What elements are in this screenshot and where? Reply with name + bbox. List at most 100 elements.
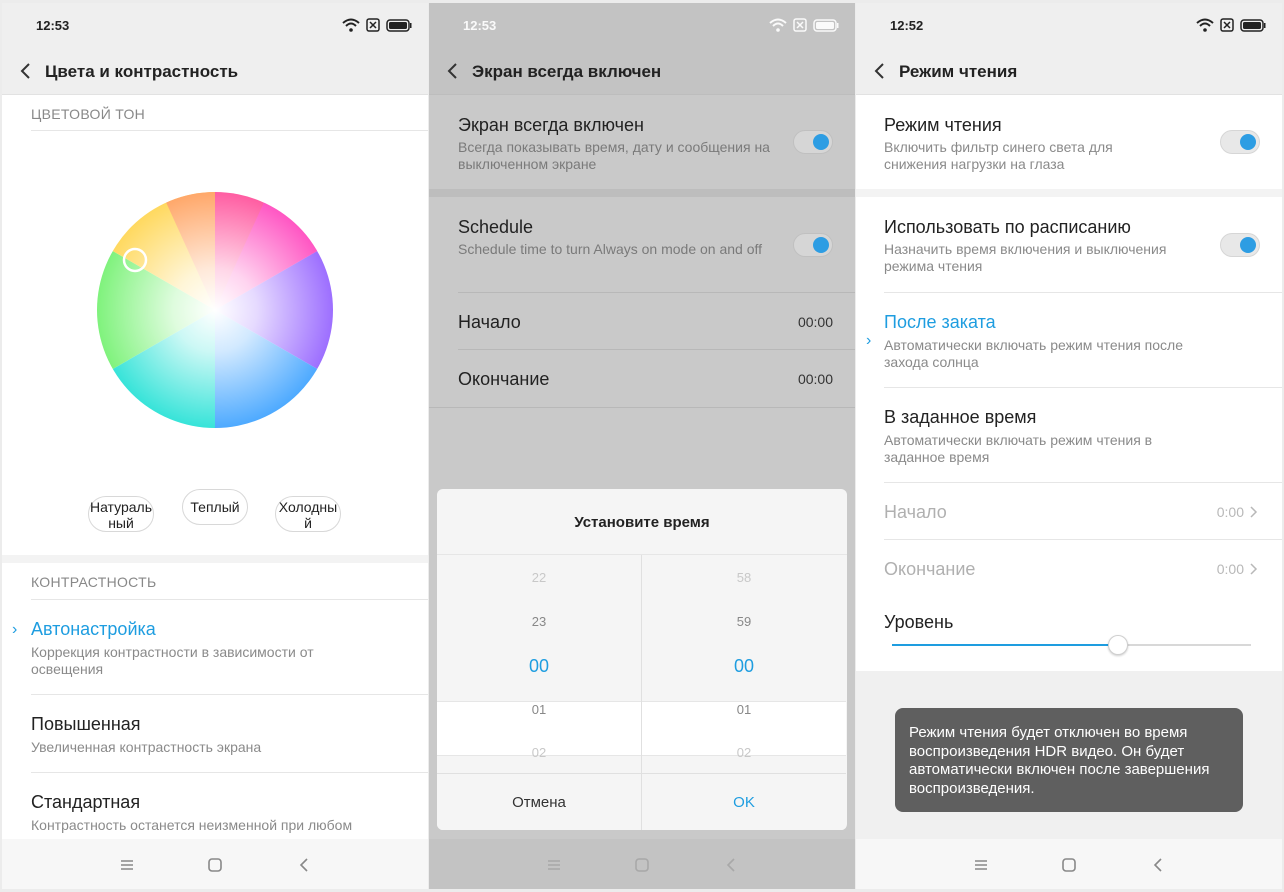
back-nav-icon[interactable] <box>1150 856 1168 874</box>
navigation-bar <box>856 839 1282 889</box>
page-title: Экран всегда включен <box>472 62 662 81</box>
home-icon[interactable] <box>206 856 224 874</box>
status-time: 12:53 <box>36 18 70 33</box>
section-gap <box>429 189 855 197</box>
page-title: Режим чтения <box>899 62 1018 81</box>
minute-option[interactable]: 02 <box>642 745 846 760</box>
battery-icon <box>386 18 412 32</box>
option-title: Автонастройка <box>31 619 156 639</box>
level-slider-handle[interactable] <box>1108 635 1128 655</box>
tone-natural-button[interactable]: Натураль ный <box>88 496 154 532</box>
app-header: Экран всегда включен <box>429 47 855 95</box>
cancel-button[interactable]: Отмена <box>437 773 641 830</box>
menu-icon[interactable] <box>545 856 563 874</box>
minute-picker[interactable]: 58 59 00 01 02 <box>642 555 846 773</box>
schedule-toggle[interactable] <box>793 233 833 257</box>
start-label: Начало <box>458 312 521 332</box>
back-icon[interactable] <box>443 61 463 81</box>
divider <box>884 539 1282 540</box>
wifi-icon <box>342 18 360 32</box>
start-value: 00:00 <box>797 314 833 330</box>
option-subtitle: Контрастность останется неизменной при л… <box>31 817 353 833</box>
wifi-icon <box>1196 18 1214 32</box>
back-nav-icon[interactable] <box>296 856 314 874</box>
hour-selected[interactable]: 00 <box>437 656 641 677</box>
hour-option[interactable]: 02 <box>437 745 641 760</box>
end-value: 0:00 <box>1216 561 1244 577</box>
back-icon[interactable] <box>16 61 36 81</box>
status-bar: 12:53 <box>2 3 428 47</box>
hdr-toast-message: Режим чтения будет отключен во время вос… <box>895 708 1243 812</box>
option-title: После заката <box>884 312 996 332</box>
color-wheel[interactable] <box>95 190 335 430</box>
divider <box>429 407 855 408</box>
setting-subtitle: Schedule time to turn Always on mode on … <box>458 241 763 257</box>
battery-icon <box>1240 18 1266 32</box>
no-sim-icon <box>1220 18 1234 32</box>
page-title: Цвета и контрастность <box>45 62 239 81</box>
back-nav-icon[interactable] <box>723 856 741 874</box>
menu-icon[interactable] <box>118 856 136 874</box>
section-gap <box>2 555 428 563</box>
start-value: 0:00 <box>1216 504 1244 520</box>
hour-option[interactable]: 23 <box>437 614 641 629</box>
option-subtitle: Увеличенная контрастность экрана <box>31 739 262 755</box>
ok-button[interactable]: OK <box>642 773 846 830</box>
schedule-toggle[interactable] <box>1220 233 1260 257</box>
selected-chevron-icon: › <box>12 621 18 638</box>
level-label: Уровень <box>884 612 954 632</box>
divider <box>458 349 855 350</box>
minute-selected[interactable]: 00 <box>642 656 846 677</box>
status-bar: 12:53 <box>429 3 855 47</box>
menu-icon[interactable] <box>972 856 990 874</box>
option-title: В заданное время <box>884 407 1037 427</box>
divider <box>458 292 855 293</box>
end-label: Окончание <box>458 369 550 389</box>
home-icon[interactable] <box>633 856 651 874</box>
back-icon[interactable] <box>870 61 890 81</box>
level-slider[interactable] <box>892 635 1251 655</box>
status-bar: 12:52 <box>856 3 1282 47</box>
dialog-title: Установите время <box>574 514 710 531</box>
hour-option[interactable]: 22 <box>437 570 641 585</box>
divider <box>884 482 1282 483</box>
color-tone-heading: ЦВЕТОВОЙ ТОН <box>31 106 146 122</box>
reading-mode-toggle[interactable] <box>1220 130 1260 154</box>
level-slider-fill <box>892 644 1118 646</box>
app-header: Цвета и контрастность <box>2 47 428 95</box>
hour-picker[interactable]: 22 23 00 01 02 <box>437 555 641 773</box>
option-title: Стандартная <box>31 792 141 812</box>
option-subtitle: Автоматически включать режим чтения посл… <box>884 337 1184 370</box>
minute-option[interactable]: 01 <box>642 702 846 717</box>
no-sim-icon <box>793 18 807 32</box>
reading-mode-screen: 12:52 Режим чтения Режим чтения Включить… <box>856 3 1282 889</box>
status-time: 12:53 <box>463 18 497 33</box>
color-contrast-screen: 12:53 Цвета и контрастность ЦВЕТОВОЙ ТОН <box>2 3 428 889</box>
home-icon[interactable] <box>1060 856 1078 874</box>
minute-option[interactable]: 59 <box>642 614 846 629</box>
no-sim-icon <box>366 18 380 32</box>
divider <box>884 387 1282 388</box>
option-subtitle: Автоматически включать режим чтения в за… <box>884 432 1153 465</box>
minute-option[interactable]: 58 <box>642 570 846 585</box>
section-gap <box>856 189 1282 197</box>
selected-chevron-icon: › <box>866 332 872 349</box>
tone-cold-button[interactable]: Холодны й <box>275 496 341 532</box>
setting-title: Использовать по расписанию <box>884 217 1131 237</box>
option-title: Повышенная <box>31 714 141 734</box>
setting-title: Экран всегда включен <box>458 115 644 135</box>
option-subtitle: Коррекция контрастности в зависимости от… <box>31 644 314 677</box>
tone-warm-button[interactable]: Теплый <box>182 489 248 525</box>
time-picker-dialog: Установите время 22 23 00 01 02 58 59 00… <box>437 489 847 830</box>
setting-subtitle: Назначить время включения и выключения р… <box>884 241 1167 274</box>
setting-title: Schedule <box>458 217 534 237</box>
divider <box>884 292 1282 293</box>
wifi-icon <box>769 18 787 32</box>
always-on-display-screen: 12:53 Экран всегда включен Экран всегда … <box>429 3 855 889</box>
divider <box>31 772 428 773</box>
navigation-bar <box>429 839 855 889</box>
setting-subtitle: Включить фильтр синего света для снижени… <box>884 139 1113 172</box>
start-label: Начало <box>884 502 947 522</box>
hour-option[interactable]: 01 <box>437 702 641 717</box>
aod-toggle[interactable] <box>793 130 833 154</box>
